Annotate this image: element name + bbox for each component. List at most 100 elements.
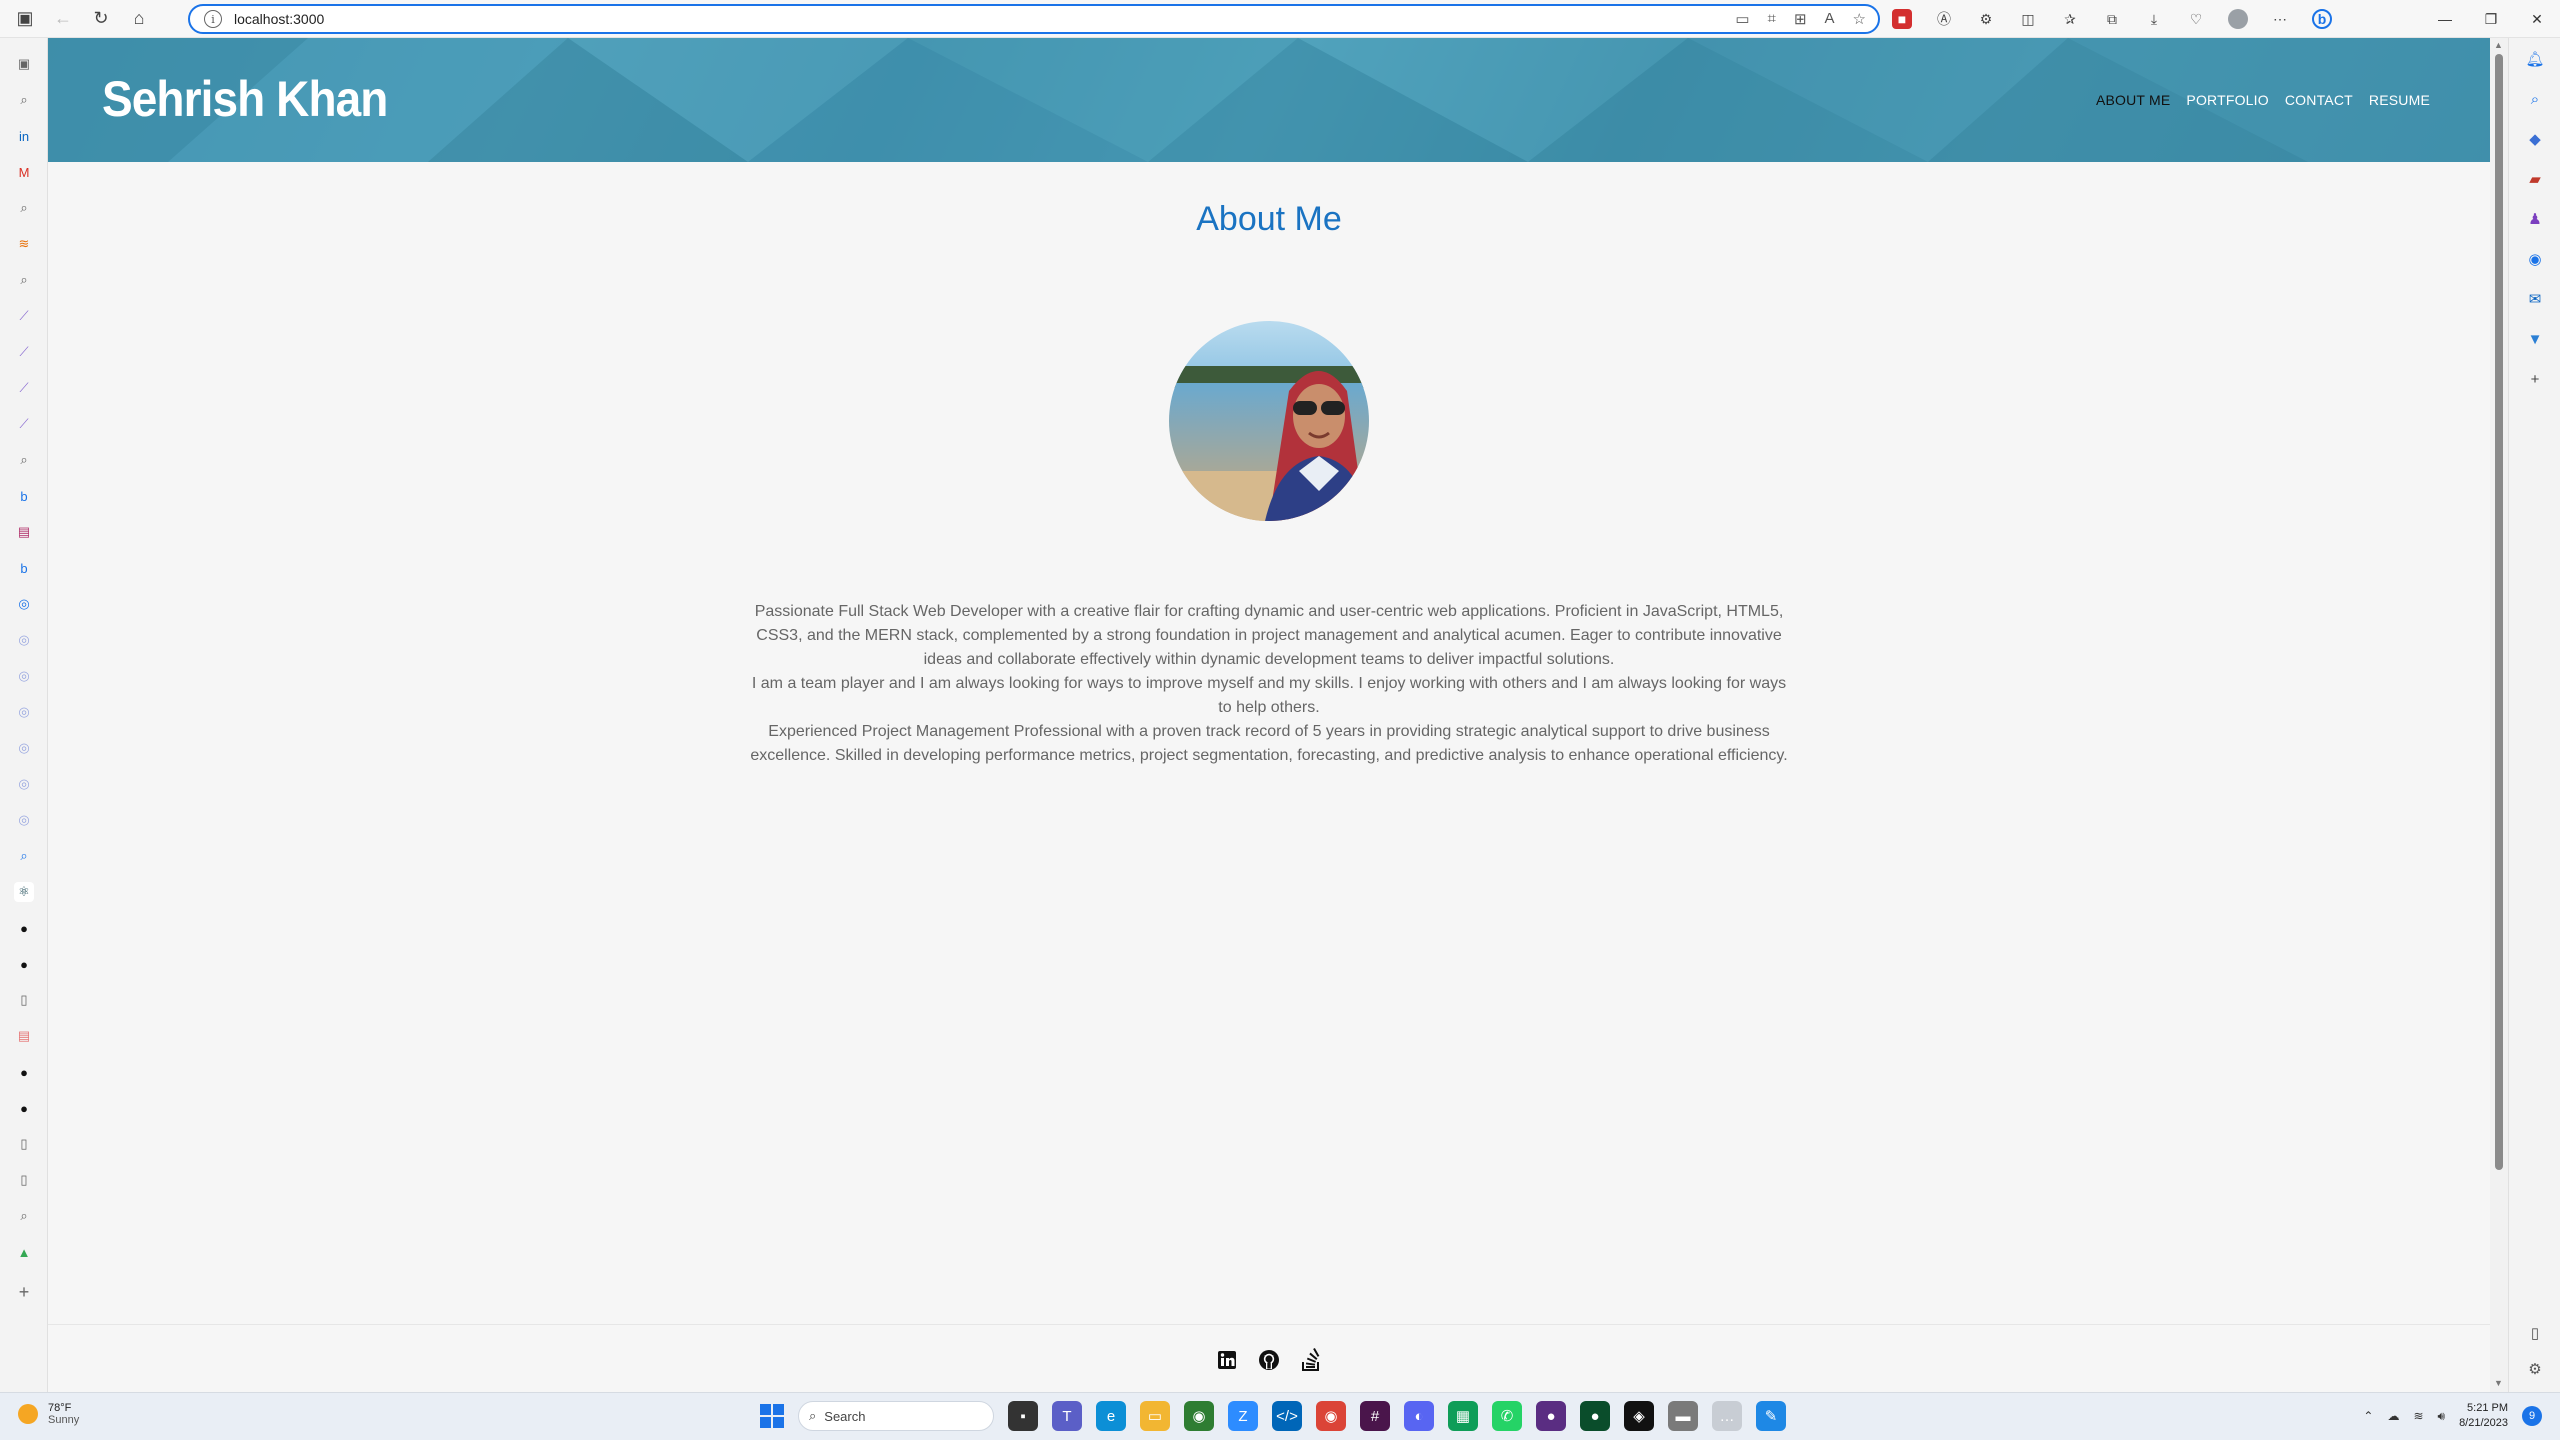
task-view-icon[interactable]: ▪ bbox=[1008, 1401, 1038, 1431]
app-icon[interactable]: ● bbox=[1536, 1401, 1566, 1431]
tab-icon[interactable]: ◎ bbox=[14, 810, 34, 830]
tab-icon[interactable]: ⟋ bbox=[14, 306, 34, 326]
shopping-icon[interactable]: ◆ bbox=[2524, 128, 2546, 150]
chrome-icon[interactable]: ◉ bbox=[1316, 1401, 1346, 1431]
chrome-profile-icon[interactable]: ◉ bbox=[1184, 1401, 1214, 1431]
whatsapp-icon[interactable]: ✆ bbox=[1492, 1401, 1522, 1431]
tab-actions-icon[interactable]: ▣ bbox=[6, 0, 44, 38]
outlook-icon[interactable]: ✉ bbox=[2524, 288, 2546, 310]
qr-icon[interactable]: ⌗ bbox=[1768, 10, 1776, 28]
tab-icon[interactable]: ≋ bbox=[14, 234, 34, 254]
wifi-icon[interactable]: ≋ bbox=[2413, 1409, 2423, 1423]
home-button[interactable]: ⌂ bbox=[120, 0, 158, 38]
settings-gear-icon[interactable]: ⚙ bbox=[2524, 1358, 2546, 1380]
extension-a-icon[interactable]: Ⓐ bbox=[1934, 9, 1954, 29]
github-icon[interactable] bbox=[1257, 1348, 1281, 1372]
chevron-up-icon[interactable]: ⌃ bbox=[2363, 1409, 2373, 1423]
linkedin-tab-icon[interactable]: in bbox=[14, 126, 34, 146]
tab-icon[interactable]: ⟋ bbox=[14, 342, 34, 362]
tab-icon[interactable]: ⟋ bbox=[14, 414, 34, 434]
add-sidebar-app-icon[interactable]: + bbox=[2524, 368, 2546, 390]
drive-tab-icon[interactable]: ▲ bbox=[14, 1242, 34, 1262]
new-tab-plus-icon[interactable]: + bbox=[14, 1282, 34, 1302]
nav-about-me[interactable]: ABOUT ME bbox=[2096, 92, 2170, 108]
refresh-button[interactable]: ↻ bbox=[82, 0, 120, 38]
notification-badge[interactable]: 9 bbox=[2522, 1406, 2542, 1426]
cast-icon[interactable]: ▭ bbox=[1735, 10, 1749, 28]
site-name[interactable]: Sehrish Khan bbox=[102, 70, 388, 128]
teams-icon[interactable]: T bbox=[1052, 1401, 1082, 1431]
app-icon[interactable]: ▬ bbox=[1668, 1401, 1698, 1431]
back-button[interactable]: ← bbox=[44, 0, 82, 38]
discord-icon[interactable]: ◐ bbox=[1404, 1401, 1434, 1431]
file-explorer-icon[interactable]: ▭ bbox=[1140, 1401, 1170, 1431]
stack-overflow-icon[interactable] bbox=[1299, 1347, 1323, 1372]
search-icon[interactable]: ⌕ bbox=[14, 90, 34, 110]
favorites-icon[interactable]: ✰ bbox=[2060, 9, 2080, 29]
linkedin-icon[interactable] bbox=[1215, 1348, 1239, 1372]
url-text[interactable]: localhost:3000 bbox=[234, 11, 324, 27]
github-tab-icon[interactable]: ● bbox=[14, 1098, 34, 1118]
read-aloud-icon[interactable]: A bbox=[1825, 10, 1835, 28]
apps-icon[interactable]: ⊞ bbox=[1794, 10, 1807, 28]
app-icon[interactable]: ✎ bbox=[1756, 1401, 1786, 1431]
scroll-up-icon[interactable]: ▲ bbox=[2494, 40, 2503, 50]
weather-widget[interactable]: 78°F Sunny bbox=[18, 1402, 79, 1426]
zoom-icon[interactable]: Z bbox=[1228, 1401, 1258, 1431]
minimize-icon[interactable]: — bbox=[2422, 0, 2468, 38]
taskbar-search[interactable]: ⌕ Search bbox=[798, 1401, 994, 1431]
app-icon[interactable]: … bbox=[1712, 1401, 1742, 1431]
site-info-icon[interactable]: i bbox=[204, 10, 222, 28]
document-tab-icon[interactable]: ▤ bbox=[14, 1026, 34, 1046]
gmail-tab-icon[interactable]: M bbox=[14, 162, 34, 182]
address-bar[interactable]: i localhost:3000 ▭ ⌗ ⊞ A ☆ bbox=[188, 4, 1880, 34]
bing-tab-icon[interactable]: b bbox=[14, 558, 34, 578]
scroll-down-icon[interactable]: ▼ bbox=[2494, 1378, 2503, 1388]
favorite-star-icon[interactable]: ☆ bbox=[1853, 10, 1866, 28]
tab-icon[interactable]: ▣ bbox=[14, 54, 34, 74]
document-tab-icon[interactable]: ▯ bbox=[14, 1134, 34, 1154]
edge-icon[interactable]: e bbox=[1096, 1401, 1126, 1431]
games-icon[interactable]: ♟ bbox=[2524, 208, 2546, 230]
extension-red-icon[interactable]: ■ bbox=[1892, 9, 1912, 29]
github-tab-icon[interactable]: ● bbox=[14, 954, 34, 974]
sheets-icon[interactable]: ▦ bbox=[1448, 1401, 1478, 1431]
tab-icon[interactable]: ◎ bbox=[14, 702, 34, 722]
search-icon[interactable]: ⌕ bbox=[14, 450, 34, 470]
github-desktop-icon[interactable]: ◈ bbox=[1624, 1401, 1654, 1431]
drop-icon[interactable]: ▼ bbox=[2524, 328, 2546, 350]
downloads-icon[interactable]: ⤓ bbox=[2144, 9, 2164, 29]
collections-icon[interactable]: ⧉ bbox=[2102, 9, 2122, 29]
tab-icon[interactable]: ◎ bbox=[14, 666, 34, 686]
tab-icon[interactable]: ◎ bbox=[14, 774, 34, 794]
copilot-icon[interactable]: b bbox=[2312, 9, 2332, 29]
restore-icon[interactable]: ❐ bbox=[2468, 0, 2514, 38]
scroll-thumb[interactable] bbox=[2495, 54, 2503, 1170]
page-scrollbar[interactable]: ▲ ▼ bbox=[2490, 38, 2508, 1392]
nav-resume[interactable]: RESUME bbox=[2369, 92, 2430, 108]
app-icon[interactable]: ● bbox=[1580, 1401, 1610, 1431]
extensions-puzzle-icon[interactable]: ⚙ bbox=[1976, 9, 1996, 29]
sidebar-panel-icon[interactable]: ▯ bbox=[2524, 1322, 2546, 1344]
browser-essentials-icon[interactable]: ♡ bbox=[2186, 9, 2206, 29]
tab-icon[interactable]: ▤ bbox=[14, 522, 34, 542]
start-button[interactable] bbox=[760, 1404, 784, 1428]
volume-icon[interactable]: 🔊︎ bbox=[2438, 1409, 2446, 1424]
profile-avatar-icon[interactable] bbox=[2228, 9, 2248, 29]
vscode-icon[interactable]: </> bbox=[1272, 1401, 1302, 1431]
tab-icon[interactable]: ◎ bbox=[14, 738, 34, 758]
github-tab-icon[interactable]: ● bbox=[14, 918, 34, 938]
close-icon[interactable]: ✕ bbox=[2514, 0, 2560, 38]
tools-icon[interactable]: ▰ bbox=[2524, 168, 2546, 190]
tab-icon[interactable]: ◎ bbox=[14, 594, 34, 614]
tab-icon[interactable]: ⟋ bbox=[14, 378, 34, 398]
more-menu-icon[interactable]: ⋯ bbox=[2270, 9, 2290, 29]
onedrive-icon[interactable]: ☁ bbox=[2387, 1409, 2399, 1423]
office-icon[interactable]: ◉ bbox=[2524, 248, 2546, 270]
notification-bell-icon[interactable]: 🔔︎ bbox=[2524, 48, 2546, 70]
search-icon[interactable]: ⌕ bbox=[14, 1206, 34, 1226]
search-icon[interactable]: ⌕ bbox=[14, 846, 34, 866]
split-screen-icon[interactable]: ◫ bbox=[2018, 9, 2038, 29]
document-tab-icon[interactable]: ▯ bbox=[14, 990, 34, 1010]
search-icon[interactable]: ⌕ bbox=[2524, 88, 2546, 110]
